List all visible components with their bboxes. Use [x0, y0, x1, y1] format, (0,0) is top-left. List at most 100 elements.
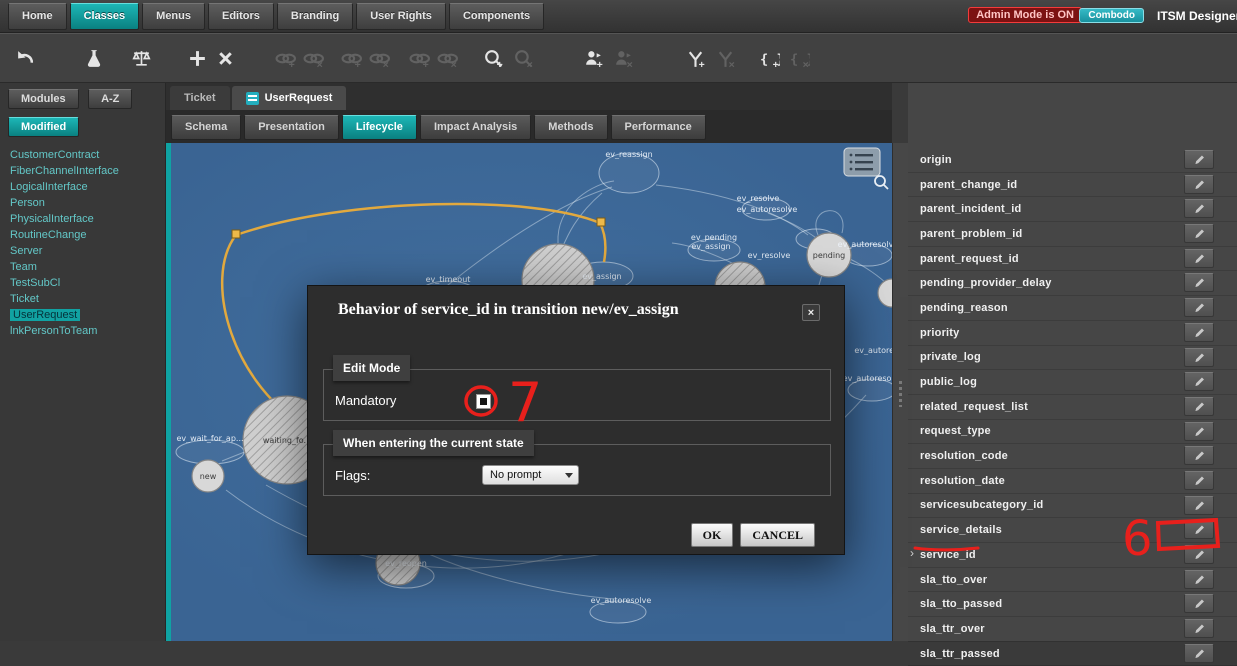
field-row-private-log[interactable]: private_log — [908, 346, 1237, 371]
edit-pencil-icon[interactable] — [1184, 397, 1214, 416]
transition-add-icon[interactable]: + — [580, 45, 606, 71]
field-row-pending-provider-delay[interactable]: pending_provider_delay — [908, 271, 1237, 296]
nav-item-branding[interactable]: Branding — [277, 3, 353, 30]
edit-pencil-icon[interactable] — [1184, 273, 1214, 292]
edit-pencil-icon[interactable] — [1184, 224, 1214, 243]
delete-icon[interactable] — [212, 45, 238, 71]
edit-pencil-icon[interactable] — [1184, 619, 1214, 638]
diagram-zoom-icon[interactable] — [875, 176, 888, 189]
field-row-public-log[interactable]: public_log — [908, 370, 1237, 395]
tab-schema[interactable]: Schema — [171, 115, 241, 140]
edit-pencil-icon[interactable] — [1184, 446, 1214, 465]
flags-dropdown[interactable]: No prompt — [482, 465, 579, 485]
field-row-servicesubcategory-id[interactable]: servicesubcategory_id — [908, 494, 1237, 519]
sidebar-item-lnkpersontoteam[interactable]: lnkPersonToTeam — [0, 323, 165, 339]
nav-item-components[interactable]: Components — [449, 3, 544, 30]
edit-pencil-icon[interactable] — [1184, 570, 1214, 589]
field-row-sla-tto-over[interactable]: sla_tto_over — [908, 568, 1237, 593]
edit-pencil-icon[interactable] — [1184, 150, 1214, 169]
nav-item-editors[interactable]: Editors — [208, 3, 274, 30]
edit-pencil-icon[interactable] — [1184, 298, 1214, 317]
sidebar-item-testsubcl[interactable]: TestSubCl — [0, 275, 165, 291]
edit-pencil-icon[interactable] — [1184, 323, 1214, 342]
svg-text:+: + — [354, 58, 360, 68]
tab-modified[interactable]: Modified — [8, 117, 79, 137]
edit-pencil-icon[interactable] — [1184, 175, 1214, 194]
edit-pencil-icon[interactable] — [1184, 471, 1214, 490]
path-handle[interactable] — [597, 218, 605, 226]
edit-pencil-icon[interactable] — [1184, 422, 1214, 441]
field-row-related-request-list[interactable]: related_request_list — [908, 395, 1237, 420]
field-row-resolution-date[interactable]: resolution_date — [908, 469, 1237, 494]
edit-pencil-icon[interactable] — [1184, 520, 1214, 539]
diagram-menu-button[interactable] — [844, 148, 880, 176]
sidebar-item-team[interactable]: Team — [0, 259, 165, 275]
sidebar-item-userrequest[interactable]: UserRequest — [0, 307, 165, 323]
field-row-service-id[interactable]: ›service_id — [908, 543, 1237, 568]
undo-icon[interactable] — [12, 45, 38, 71]
class-tab-ticket[interactable]: Ticket — [170, 86, 230, 110]
svg-text:+: + — [772, 58, 778, 68]
sidebar-item-ticket[interactable]: Ticket — [0, 291, 165, 307]
add-icon[interactable] — [184, 45, 210, 71]
transition-label-ev-assign: ev_assign — [582, 272, 621, 281]
sidebar-item-fiberchannelinterface[interactable]: FiberChannelInterface — [0, 163, 165, 179]
field-row-origin[interactable]: origin — [908, 148, 1237, 173]
edit-pencil-icon[interactable] — [1184, 249, 1214, 268]
tab-lifecycle[interactable]: Lifecycle — [342, 115, 417, 140]
edit-pencil-icon[interactable] — [1184, 372, 1214, 391]
field-row-sla-ttr-passed[interactable]: sla_ttr_passed — [908, 642, 1237, 666]
path-handle[interactable] — [232, 230, 240, 238]
sidebar-item-routinechange[interactable]: RoutineChange — [0, 227, 165, 243]
state-node[interactable] — [878, 279, 892, 307]
tab-modules[interactable]: Modules — [8, 89, 79, 109]
edit-pencil-icon[interactable] — [1184, 496, 1214, 515]
scales-icon[interactable] — [128, 45, 154, 71]
sidebar-item-logicalinterface[interactable]: LogicalInterface — [0, 179, 165, 195]
close-icon[interactable]: × — [802, 304, 820, 321]
braces-add-icon[interactable]: { }+ — [756, 45, 782, 71]
sidebar-item-person[interactable]: Person — [0, 195, 165, 211]
field-row-pending-reason[interactable]: pending_reason — [908, 296, 1237, 321]
edit-pencil-icon[interactable] — [1184, 644, 1214, 663]
field-row-parent-change-id[interactable]: parent_change_id — [908, 173, 1237, 198]
edit-pencil-icon[interactable] — [1184, 348, 1214, 367]
field-row-parent-problem-id[interactable]: parent_problem_id — [908, 222, 1237, 247]
vendor-badge[interactable]: Combodo — [1079, 8, 1144, 23]
field-row-parent-request-id[interactable]: parent_request_id — [908, 247, 1237, 272]
nav-item-menus[interactable]: Menus — [142, 3, 205, 30]
nav-item-user-rights[interactable]: User Rights — [356, 3, 446, 30]
mandatory-checkbox[interactable] — [476, 394, 491, 409]
chain-add-icon: + — [338, 45, 364, 71]
tab-a-z[interactable]: A-Z — [88, 89, 132, 109]
ok-button[interactable]: OK — [691, 523, 734, 547]
field-row-sla-tto-passed[interactable]: sla_tto_passed — [908, 592, 1237, 617]
sidebar-item-physicalinterface[interactable]: PhysicalInterface — [0, 211, 165, 227]
panel-splitter[interactable] — [892, 143, 908, 641]
class-tab-userrequest[interactable]: UserRequest — [232, 86, 347, 110]
field-row-request-type[interactable]: request_type — [908, 420, 1237, 445]
sidebar-item-server[interactable]: Server — [0, 243, 165, 259]
field-row-service-details[interactable]: service_details — [908, 518, 1237, 543]
field-row-priority[interactable]: priority — [908, 321, 1237, 346]
field-row-resolution-code[interactable]: resolution_code — [908, 444, 1237, 469]
tab-impact-analysis[interactable]: Impact Analysis — [420, 115, 531, 140]
branch-add-icon[interactable]: + — [682, 45, 708, 71]
nav-item-classes[interactable]: Classes — [70, 3, 140, 30]
sidebar-item-customercontract[interactable]: CustomerContract — [0, 147, 165, 163]
flask-icon[interactable] — [80, 45, 106, 71]
tab-methods[interactable]: Methods — [534, 115, 607, 140]
tab-presentation[interactable]: Presentation — [244, 115, 339, 140]
field-row-parent-incident-id[interactable]: parent_incident_id — [908, 197, 1237, 222]
cancel-button[interactable]: CANCEL — [740, 523, 815, 547]
edit-pencil-icon[interactable] — [1184, 545, 1214, 564]
zoom-in-icon[interactable]: + — [480, 45, 506, 71]
svg-text:+: + — [496, 58, 502, 68]
nav-item-home[interactable]: Home — [8, 3, 67, 30]
edit-pencil-icon[interactable] — [1184, 199, 1214, 218]
field-row-sla-ttr-over[interactable]: sla_ttr_over — [908, 617, 1237, 642]
edit-pencil-icon[interactable] — [1184, 594, 1214, 613]
tab-performance[interactable]: Performance — [611, 115, 706, 140]
toolbar: +×+×+×+×+×+×{ }+{ }× — [0, 33, 1237, 83]
flags-value: No prompt — [490, 469, 541, 481]
